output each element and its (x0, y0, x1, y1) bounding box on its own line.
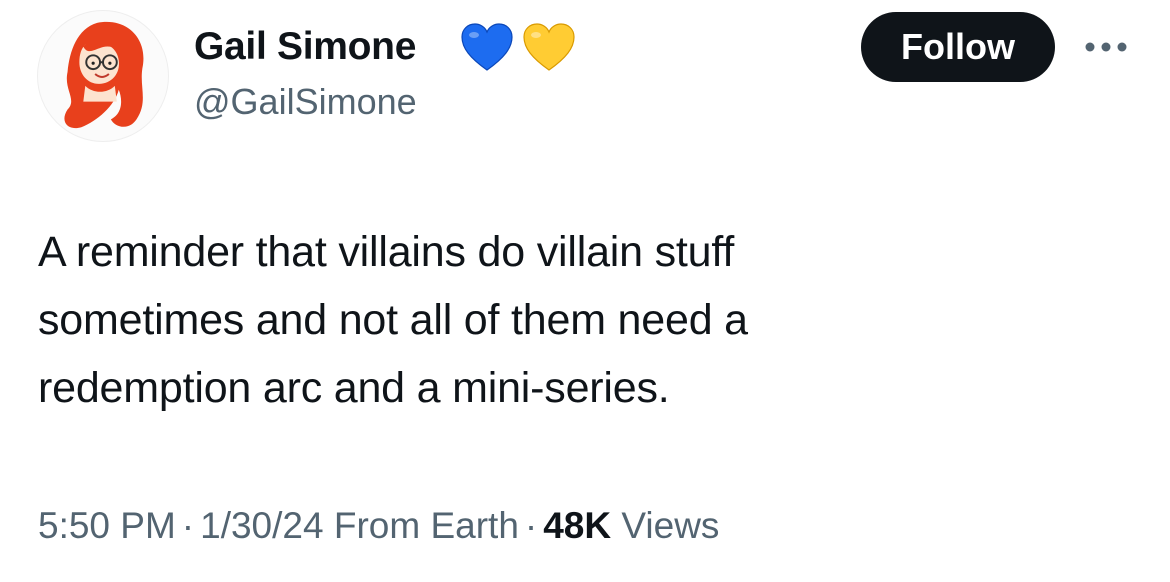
tweet-text: A reminder that villains do villain stuf… (38, 228, 748, 412)
author-avatar[interactable] (37, 10, 169, 142)
tweet-time[interactable]: 5:50 PM (38, 505, 176, 546)
author-display-name[interactable]: Gail Simone (194, 24, 416, 70)
follow-button[interactable]: Follow (861, 12, 1055, 82)
tweet-location: From Earth (333, 505, 519, 546)
views-label: Views (621, 505, 720, 546)
avatar-illustration-icon (64, 21, 144, 129)
more-horizontal-icon (1085, 42, 1127, 52)
more-options-button[interactable] (1080, 30, 1132, 64)
meta-separator: · (181, 505, 195, 546)
yellow-heart-icon (522, 22, 576, 74)
author-handle[interactable]: @GailSimone (194, 80, 417, 124)
tweet-metadata: 5:50 PM · 1/30/24 From Earth · 48K Views (38, 500, 719, 552)
tweet-date[interactable]: 1/30/24 (200, 505, 323, 546)
views-count[interactable]: 48K (543, 505, 611, 546)
blue-heart-icon (460, 22, 514, 74)
meta-separator: · (524, 505, 538, 546)
